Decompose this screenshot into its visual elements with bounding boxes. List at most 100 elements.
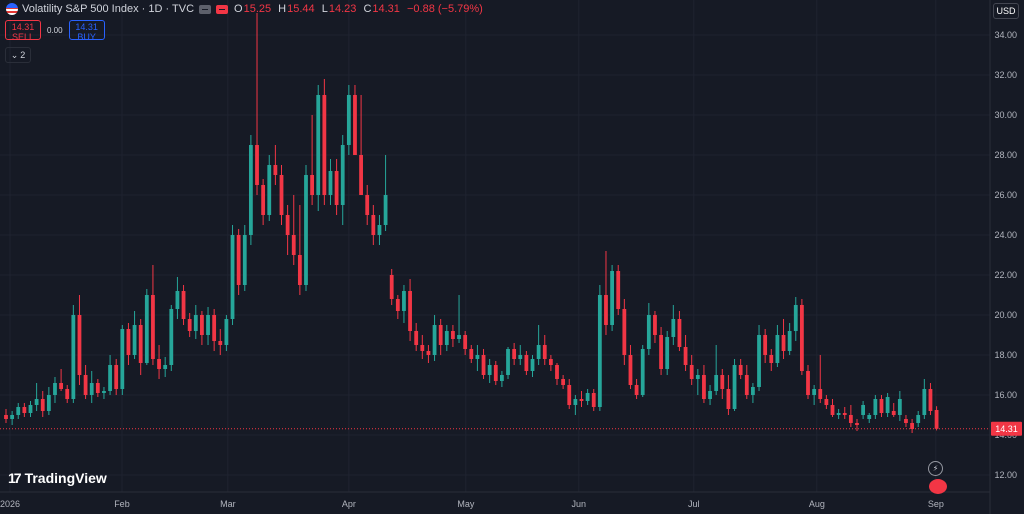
candle-body [71,315,76,399]
candlestick-chart[interactable]: 12.0014.0016.0018.0020.0022.0024.0026.00… [0,0,1024,514]
candle-body [4,415,8,419]
candle [53,377,57,403]
candle [457,295,461,343]
candle-body [867,415,872,419]
candle [671,305,676,345]
candle [634,379,639,399]
candle-body [873,399,878,415]
candle-body [775,335,780,363]
candle [157,345,161,379]
candle-body [604,295,608,325]
candle [500,371,504,387]
y-tick-label: 18.00 [994,350,1017,360]
candle-body [646,315,651,349]
last-price-marker: 14.31 [0,421,1022,436]
buy-button[interactable]: 14.31 BUY [68,20,105,42]
candle [928,383,933,415]
earnings-flag-icon[interactable] [929,479,947,494]
currency-button[interactable]: USD [993,3,1019,19]
candle-body [46,395,51,411]
candle-body [218,341,223,345]
candle-body [359,155,363,195]
candle-body [671,319,676,337]
symbol-title[interactable]: Volatility S&P 500 Index · 1D · TVC [22,3,194,15]
candle-body [371,215,376,235]
candle [818,355,823,403]
candle-body [708,391,712,399]
candle [665,331,670,375]
candle [659,327,663,375]
candle [340,135,345,225]
candle [402,285,406,323]
tradingview-logo[interactable]: 17 TradingView [8,470,107,486]
candle [218,329,223,355]
candles [4,13,939,433]
candle-body [855,423,859,425]
candle-body [787,331,792,351]
sell-price: 14.31 [11,22,35,32]
last-price-label: 14.31 [995,424,1018,434]
candle [824,395,829,409]
candle [873,395,878,419]
candle [273,145,278,185]
candle [132,311,137,359]
candle [904,415,908,427]
candle-body [842,413,847,415]
collapse-icon[interactable] [199,4,212,14]
x-tick-label: Jun [572,499,587,509]
candle-body [677,319,682,347]
candle-body [365,195,370,215]
candle-body [22,407,27,413]
candle [371,205,376,245]
candle [610,265,614,331]
candle-body [628,355,633,385]
candle [248,135,253,245]
candle-body [475,355,480,359]
candle [316,85,321,211]
candle [518,345,523,365]
candle-body [297,255,302,285]
candle [144,289,149,365]
candle-body [751,387,755,395]
candle [463,331,468,355]
candle [95,379,100,397]
candle-body [561,379,566,385]
candle [714,345,719,395]
candle-body [144,295,149,363]
candle [28,401,33,417]
tradingview-logo-icon: 17 [8,470,22,486]
alert-icon[interactable] [216,4,229,14]
us-flag-icon [6,3,18,15]
candle [561,375,566,389]
candle-body [610,271,614,325]
indicators-toggle[interactable]: ⌄ 2 [5,47,31,63]
candle-body [242,235,247,285]
sell-button[interactable]: 14.31 SELL [5,20,41,42]
candle-body [928,389,933,411]
y-tick-label: 12.00 [994,470,1017,480]
change-value: −0.88 (−5.79%) [406,3,483,15]
buy-price: 14.31 [75,22,98,32]
candle-body [89,383,94,395]
candle [22,403,27,417]
lightning-icon[interactable]: ⚡ [928,461,943,476]
candle [304,165,308,291]
candle [842,407,847,419]
candle-body [922,389,927,415]
candle-body [279,175,284,215]
candle-body [683,347,688,365]
candle-body [346,95,351,145]
candle-body [224,319,229,345]
candle [916,411,921,427]
candle-body [353,95,357,155]
candle-body [695,375,700,379]
spread-value: 0.00 [47,25,63,35]
candle-body [151,295,155,359]
candle-body [16,407,21,415]
close-label: C [363,3,372,15]
candle [408,279,412,341]
high-label: H [278,3,287,15]
candle-body [885,397,890,413]
candle-body [738,365,743,375]
candle-body [524,355,529,371]
